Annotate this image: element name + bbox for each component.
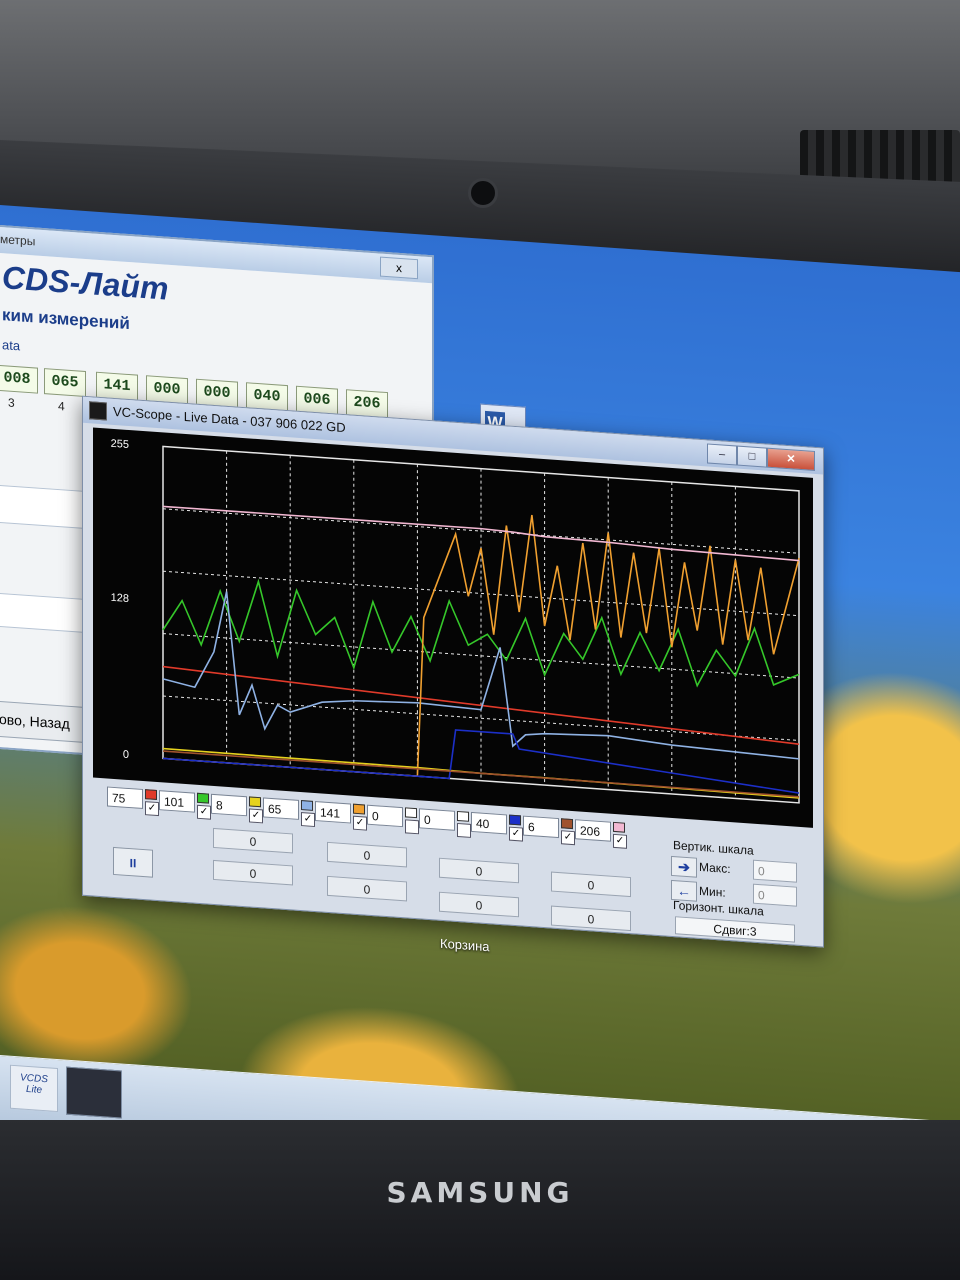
channel-value[interactable]: 206 — [575, 819, 611, 842]
channel-value[interactable]: 8 — [211, 793, 247, 817]
channel-offset-field[interactable]: 0 — [327, 841, 407, 868]
channel-checkbox[interactable] — [405, 819, 419, 835]
scope-plot-area[interactable]: 255 128 0 — [93, 427, 813, 828]
vcds-data-label: ata — [2, 337, 21, 354]
channel-offset-field[interactable]: 0 — [551, 871, 631, 898]
vcds-window-title: метры — [0, 232, 36, 249]
channel-color-swatch[interactable] — [457, 810, 469, 822]
arrow-right-icon[interactable]: ➔ — [671, 855, 697, 878]
measure-value: 008 — [0, 364, 38, 394]
close-button[interactable]: ✕ — [767, 447, 815, 471]
channel-offset-field[interactable]: 0 — [439, 857, 519, 884]
vertical-scale-label: Вертик. шкала — [673, 838, 754, 858]
channel-color-swatch[interactable] — [561, 818, 573, 830]
scope-app-icon — [89, 401, 107, 421]
channel-color-swatch[interactable] — [249, 796, 261, 808]
vc-scope-window[interactable]: VC-Scope - Live Data - 037 906 022 GD – … — [82, 395, 824, 948]
webcam-icon — [468, 178, 498, 208]
vcds-close-button[interactable]: x — [380, 256, 418, 280]
vcds-list-strip[interactable] — [0, 484, 84, 529]
y-tick-label: 255 — [111, 438, 129, 451]
channel-checkbox[interactable]: ✓ — [249, 808, 263, 824]
y-tick-label: 128 — [111, 592, 129, 605]
taskbar-scope-button[interactable] — [66, 1066, 122, 1119]
grid-line-horizontal — [163, 633, 799, 679]
channel-checkbox[interactable]: ✓ — [613, 833, 627, 849]
channel-value[interactable]: 75 — [107, 786, 143, 809]
scope-chart: 255 128 0 — [111, 438, 800, 804]
chart-grid — [162, 445, 800, 804]
channel-checkbox[interactable]: ✓ — [561, 830, 575, 846]
maximize-button[interactable]: □ — [737, 445, 767, 468]
min-label: Мин: — [699, 883, 726, 900]
channel-checkbox[interactable]: ✓ — [197, 804, 211, 820]
measure-index: 3 — [8, 395, 15, 411]
channel-value[interactable]: 0 — [419, 808, 455, 831]
pause-button[interactable]: II — [113, 846, 153, 878]
channel-color-swatch[interactable] — [197, 792, 209, 804]
channel-checkbox[interactable]: ✓ — [145, 801, 159, 817]
channel-color-swatch[interactable] — [301, 800, 313, 811]
channel-checkbox[interactable]: ✓ — [509, 826, 523, 842]
measure-value: 065 — [44, 368, 86, 398]
y-tick-label: 0 — [123, 749, 129, 761]
channel-checkbox[interactable]: ✓ — [353, 815, 367, 831]
channel-color-swatch[interactable] — [405, 807, 417, 819]
channel-value[interactable]: 101 — [159, 790, 195, 813]
shift-spinner[interactable]: Сдвиг:3 — [675, 916, 795, 943]
channel-value[interactable]: 65 — [263, 797, 299, 820]
channel-offset-field[interactable]: 0 — [327, 875, 407, 902]
channel-checkbox[interactable] — [457, 822, 471, 838]
minimize-button[interactable]: – — [707, 443, 737, 466]
channel-color-swatch[interactable] — [145, 789, 157, 800]
measure-index: 4 — [58, 399, 65, 414]
channel-value[interactable]: 40 — [471, 811, 507, 835]
max-input[interactable]: 0 — [753, 859, 797, 883]
channel-offset-field[interactable]: 0 — [551, 905, 631, 932]
channel-color-swatch[interactable] — [353, 803, 365, 815]
channel-offset-field[interactable]: 0 — [439, 891, 519, 918]
channel-value[interactable]: 6 — [523, 815, 559, 839]
grid-line-horizontal — [163, 508, 799, 554]
vcds-list-strip[interactable] — [0, 592, 84, 633]
channel-color-swatch[interactable] — [509, 814, 521, 826]
channel-offset-field[interactable]: 0 — [213, 859, 293, 886]
channel-value[interactable]: 141 — [315, 801, 351, 824]
max-label: Макс: — [699, 859, 731, 877]
laptop-screen: W метры x CDS-Лайт ким измерений ata 008… — [0, 205, 960, 1188]
vcds-app-subtitle: ким измерений — [2, 305, 130, 334]
recycle-bin-label[interactable]: Корзина — [440, 936, 490, 954]
channel-color-swatch[interactable] — [613, 821, 625, 833]
channel-offset-field[interactable]: 0 — [213, 827, 293, 854]
channel-checkbox[interactable]: ✓ — [301, 812, 315, 828]
vcds-app-title: CDS-Лайт — [2, 259, 169, 307]
laptop-brand-logo: SAMSUNG — [386, 1176, 574, 1209]
channel-value[interactable]: 0 — [367, 804, 403, 828]
taskbar-vcds-button[interactable]: VCDS Lite — [10, 1064, 58, 1113]
